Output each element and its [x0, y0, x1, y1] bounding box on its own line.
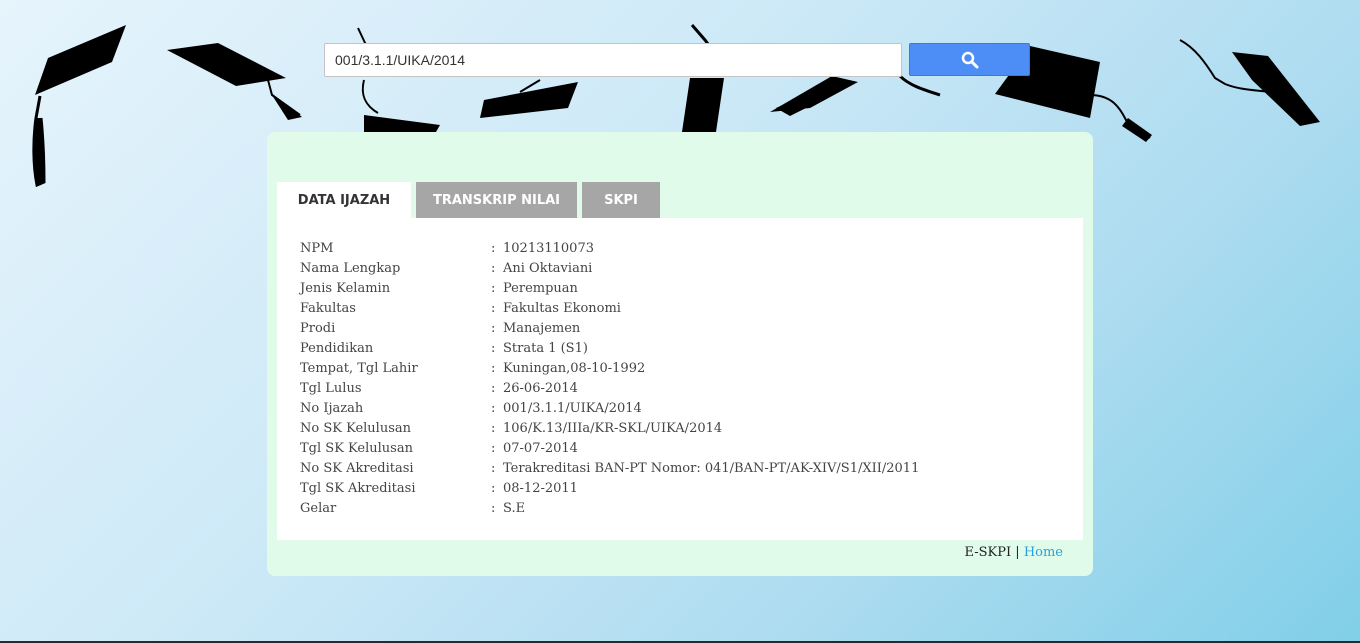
- info-row-pendidikan: Pendidikan : Strata 1 (S1): [300, 339, 919, 359]
- field-value: 08-12-2011: [503, 481, 578, 496]
- info-row-gelar: Gelar : S.E: [300, 499, 919, 519]
- tab-bar: DATA IJAZAH TRANSKRIP NILAI SKPI: [277, 182, 665, 218]
- field-value: Manajemen: [503, 321, 581, 336]
- field-separator: :: [491, 381, 496, 396]
- field-value: Fakultas Ekonomi: [503, 301, 621, 316]
- field-value: 10213110073: [503, 241, 594, 256]
- info-row-tempat-tgl-lahir: Tempat, Tgl Lahir : Kuningan,08-10-1992: [300, 359, 919, 379]
- field-value: Ani Oktaviani: [503, 261, 593, 276]
- field-separator: :: [491, 281, 496, 296]
- field-value: Terakreditasi BAN-PT Nomor: 041/BAN-PT/A…: [503, 461, 920, 476]
- field-value: 26-06-2014: [503, 381, 578, 396]
- field-value: Kuningan,08-10-1992: [503, 361, 646, 376]
- field-label: NPM: [300, 241, 334, 256]
- field-label: Nama Lengkap: [300, 261, 401, 276]
- info-row-npm: NPM : 10213110073: [300, 239, 919, 259]
- field-value: Strata 1 (S1): [503, 341, 588, 356]
- diploma-info-table: NPM : 10213110073 Nama Lengkap : Ani Okt…: [300, 239, 919, 519]
- field-separator: :: [491, 481, 496, 496]
- field-label: Tgl Lulus: [300, 381, 362, 396]
- search-icon: [961, 51, 978, 68]
- tab-skpi[interactable]: SKPI: [582, 182, 660, 218]
- field-label: Pendidikan: [300, 341, 374, 356]
- field-label: Fakultas: [300, 301, 356, 316]
- info-row-no-sk-kelulusan: No SK Kelulusan : 106/K.13/IIIa/KR-SKL/U…: [300, 419, 919, 439]
- footer-divider: |: [1015, 545, 1020, 560]
- tab-content-data-ijazah: NPM : 10213110073 Nama Lengkap : Ani Okt…: [277, 218, 1083, 540]
- footer-brand: E-SKPI: [964, 545, 1012, 560]
- field-value: 07-07-2014: [503, 441, 578, 456]
- field-separator: :: [491, 441, 496, 456]
- search-button[interactable]: [909, 43, 1030, 76]
- tab-data-ijazah[interactable]: DATA IJAZAH: [277, 182, 411, 218]
- info-row-nama-lengkap: Nama Lengkap : Ani Oktaviani: [300, 259, 919, 279]
- search-input[interactable]: [324, 43, 902, 77]
- field-label: No SK Kelulusan: [300, 421, 411, 436]
- field-label: Gelar: [300, 501, 337, 516]
- info-row-tgl-lulus: Tgl Lulus : 26-06-2014: [300, 379, 919, 399]
- field-separator: :: [491, 401, 496, 416]
- info-row-tgl-sk-kelulusan: Tgl SK Kelulusan : 07-07-2014: [300, 439, 919, 459]
- home-link[interactable]: Home: [1024, 545, 1063, 560]
- info-row-jenis-kelamin: Jenis Kelamin : Perempuan: [300, 279, 919, 299]
- field-separator: :: [491, 421, 496, 436]
- field-label: No SK Akreditasi: [300, 461, 414, 476]
- field-separator: :: [491, 301, 496, 316]
- main-panel: DATA IJAZAH TRANSKRIP NILAI SKPI NPM : 1…: [267, 132, 1093, 576]
- field-value: S.E: [503, 501, 526, 516]
- field-label: Prodi: [300, 321, 336, 336]
- field-label: Tempat, Tgl Lahir: [300, 361, 418, 376]
- field-separator: :: [491, 461, 496, 476]
- field-label: No Ijazah: [300, 401, 364, 416]
- tab-transkrip-nilai[interactable]: TRANSKRIP NILAI: [416, 182, 577, 218]
- field-label: Tgl SK Akreditasi: [300, 481, 416, 496]
- field-separator: :: [491, 261, 496, 276]
- footer: E-SKPI | Home: [965, 545, 1063, 560]
- field-separator: :: [491, 321, 496, 336]
- field-separator: :: [491, 341, 496, 356]
- field-label: Jenis Kelamin: [300, 281, 391, 296]
- field-separator: :: [491, 361, 496, 376]
- field-separator: :: [491, 241, 496, 256]
- info-row-tgl-sk-akreditasi: Tgl SK Akreditasi : 08-12-2011: [300, 479, 919, 499]
- field-value: 001/3.1.1/UIKA/2014: [503, 401, 642, 416]
- field-label: Tgl SK Kelulusan: [300, 441, 413, 456]
- info-row-fakultas: Fakultas : Fakultas Ekonomi: [300, 299, 919, 319]
- info-row-no-sk-akreditasi: No SK Akreditasi : Terakreditasi BAN-PT …: [300, 459, 919, 479]
- info-row-no-ijazah: No Ijazah : 001/3.1.1/UIKA/2014: [300, 399, 919, 419]
- field-value: Perempuan: [503, 281, 578, 296]
- field-value: 106/K.13/IIIa/KR-SKL/UIKA/2014: [503, 421, 723, 436]
- info-row-prodi: Prodi : Manajemen: [300, 319, 919, 339]
- field-separator: :: [491, 501, 496, 516]
